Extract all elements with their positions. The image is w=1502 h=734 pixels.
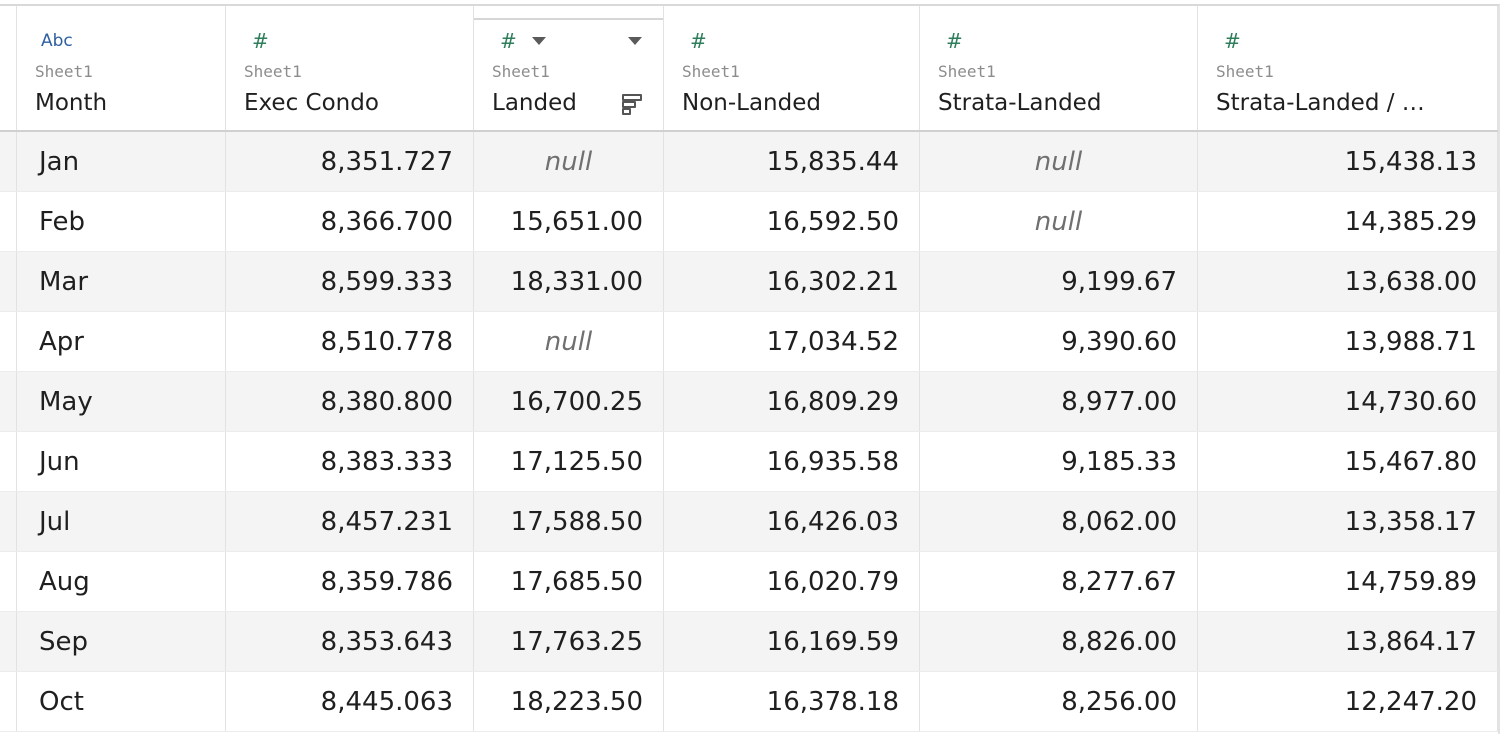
number-type-icon[interactable]: # — [946, 30, 963, 52]
null-cell[interactable]: null — [474, 132, 664, 192]
column-source-label: Sheet1 — [244, 62, 302, 81]
value-cell[interactable]: 17,125.50 — [474, 432, 664, 492]
string-type-icon[interactable]: Abc — [41, 30, 73, 52]
value-cell[interactable]: 13,638.00 — [1198, 252, 1498, 312]
column-name-label: Strata-Landed / … — [1216, 90, 1425, 116]
value-cell[interactable]: 8,599.333 — [226, 252, 474, 312]
month-cell[interactable]: Jun — [16, 432, 226, 492]
null-cell[interactable]: null — [474, 312, 664, 372]
table-row: May 8,380.800 16,700.25 16,809.29 8,977.00 14… — [0, 372, 1498, 432]
month-cell[interactable]: Feb — [16, 192, 226, 252]
value-cell[interactable]: 15,651.00 — [474, 192, 664, 252]
value-cell[interactable]: 8,445.063 — [226, 672, 474, 732]
value-cell[interactable]: 15,467.80 — [1198, 432, 1498, 492]
value-cell[interactable]: 16,809.29 — [664, 372, 920, 432]
value-cell[interactable]: 8,380.800 — [226, 372, 474, 432]
month-cell[interactable]: Jan — [16, 132, 226, 192]
column-header-month[interactable]: Abc Sheet1 Month — [16, 6, 226, 130]
value-cell[interactable]: 14,730.60 — [1198, 372, 1498, 432]
type-dropdown-chevron-icon[interactable] — [532, 37, 546, 45]
table-row: Feb 8,366.700 15,651.00 16,592.50 null 14,385… — [0, 192, 1498, 252]
column-name-label: Month — [35, 90, 108, 116]
value-cell[interactable]: 16,020.79 — [664, 552, 920, 612]
value-cell[interactable]: 16,302.21 — [664, 252, 920, 312]
value-cell[interactable]: 14,759.89 — [1198, 552, 1498, 612]
null-cell[interactable]: null — [920, 132, 1198, 192]
value-cell[interactable]: 17,763.25 — [474, 612, 664, 672]
column-menu-chevron-icon[interactable] — [628, 37, 642, 45]
table-row: Oct 8,445.063 18,223.50 16,378.18 8,256.00 12… — [0, 672, 1498, 732]
value-cell[interactable]: 16,426.03 — [664, 492, 920, 552]
value-cell[interactable]: 18,223.50 — [474, 672, 664, 732]
column-source-label: Sheet1 — [35, 62, 93, 81]
table-row: Sep 8,353.643 17,763.25 16,169.59 8,826.00 13… — [0, 612, 1498, 672]
table-row: Mar 8,599.333 18,331.00 16,302.21 9,199.67 13… — [0, 252, 1498, 312]
month-cell[interactable]: Aug — [16, 552, 226, 612]
column-source-label: Sheet1 — [682, 62, 740, 81]
column-header-row: Abc Sheet1 Month # Sheet1 Exec Condo # Sheet1 La… — [0, 6, 1498, 132]
month-cell[interactable]: Jul — [16, 492, 226, 552]
value-cell[interactable]: 16,378.18 — [664, 672, 920, 732]
value-cell[interactable]: 8,366.700 — [226, 192, 474, 252]
value-cell[interactable]: 9,390.60 — [920, 312, 1198, 372]
value-cell[interactable]: 9,185.33 — [920, 432, 1198, 492]
column-header-non-landed[interactable]: # Sheet1 Non-Landed — [664, 6, 920, 130]
value-cell[interactable]: 16,935.58 — [664, 432, 920, 492]
column-name-label: Exec Condo — [244, 90, 379, 116]
value-cell[interactable]: 16,700.25 — [474, 372, 664, 432]
month-cell[interactable]: Mar — [16, 252, 226, 312]
value-cell[interactable]: 17,685.50 — [474, 552, 664, 612]
value-cell[interactable]: 8,256.00 — [920, 672, 1198, 732]
value-cell[interactable]: 17,034.52 — [664, 312, 920, 372]
column-header-strata-landed[interactable]: # Sheet1 Strata-Landed — [920, 6, 1198, 130]
column-source-label: Sheet1 — [938, 62, 996, 81]
value-cell[interactable]: 8,457.231 — [226, 492, 474, 552]
value-cell[interactable]: 13,358.17 — [1198, 492, 1498, 552]
value-cell[interactable]: 17,588.50 — [474, 492, 664, 552]
value-cell[interactable]: 18,331.00 — [474, 252, 664, 312]
value-cell[interactable]: 8,510.778 — [226, 312, 474, 372]
null-cell[interactable]: null — [920, 192, 1198, 252]
number-type-icon[interactable]: # — [252, 30, 269, 52]
value-cell[interactable]: 8,277.67 — [920, 552, 1198, 612]
column-header-strata-landed[interactable]: # Sheet1 Strata-Landed / … — [1198, 6, 1498, 130]
column-source-label: Sheet1 — [1216, 62, 1274, 81]
value-cell[interactable]: 8,977.00 — [920, 372, 1198, 432]
value-cell[interactable]: 9,199.67 — [920, 252, 1198, 312]
month-cell[interactable]: Sep — [16, 612, 226, 672]
table-row: Jul 8,457.231 17,588.50 16,426.03 8,062.00 13… — [0, 492, 1498, 552]
column-name-label: Non-Landed — [682, 90, 821, 116]
value-cell[interactable]: 16,169.59 — [664, 612, 920, 672]
number-type-icon[interactable]: # — [690, 30, 707, 52]
table-row: Apr 8,510.778 null 17,034.52 9,390.60 13,988.… — [0, 312, 1498, 372]
value-cell[interactable]: 8,062.00 — [920, 492, 1198, 552]
column-name-label: Landed — [492, 90, 577, 116]
value-cell[interactable]: 8,359.786 — [226, 552, 474, 612]
sort-icon[interactable] — [622, 94, 642, 116]
month-cell[interactable]: Oct — [16, 672, 226, 732]
value-cell[interactable]: 12,247.20 — [1198, 672, 1498, 732]
data-grid: Abc Sheet1 Month # Sheet1 Exec Condo # Sheet1 La… — [0, 4, 1500, 734]
table-row: Aug 8,359.786 17,685.50 16,020.79 8,277.67 14… — [0, 552, 1498, 612]
value-cell[interactable]: 13,988.71 — [1198, 312, 1498, 372]
column-header-exec-condo[interactable]: # Sheet1 Exec Condo — [226, 6, 474, 130]
table-row: Jun 8,383.333 17,125.50 16,935.58 9,185.33 15… — [0, 432, 1498, 492]
table-row: Jan 8,351.727 null 15,835.44 null 15,438.13 — [0, 132, 1498, 192]
month-cell[interactable]: May — [16, 372, 226, 432]
value-cell[interactable]: 8,383.333 — [226, 432, 474, 492]
value-cell[interactable]: 8,351.727 — [226, 132, 474, 192]
month-cell[interactable]: Apr — [16, 312, 226, 372]
value-cell[interactable]: 14,385.29 — [1198, 192, 1498, 252]
value-cell[interactable]: 15,438.13 — [1198, 132, 1498, 192]
value-cell[interactable]: 15,835.44 — [664, 132, 920, 192]
number-type-icon[interactable]: # — [1224, 30, 1241, 52]
column-source-label: Sheet1 — [492, 62, 550, 81]
number-type-icon[interactable]: # — [500, 30, 517, 52]
value-cell[interactable]: 8,826.00 — [920, 612, 1198, 672]
value-cell[interactable]: 13,864.17 — [1198, 612, 1498, 672]
column-name-label: Strata-Landed — [938, 90, 1102, 116]
value-cell[interactable]: 16,592.50 — [664, 192, 920, 252]
value-cell[interactable]: 8,353.643 — [226, 612, 474, 672]
column-header-landed[interactable]: # Sheet1 Landed — [474, 6, 664, 130]
